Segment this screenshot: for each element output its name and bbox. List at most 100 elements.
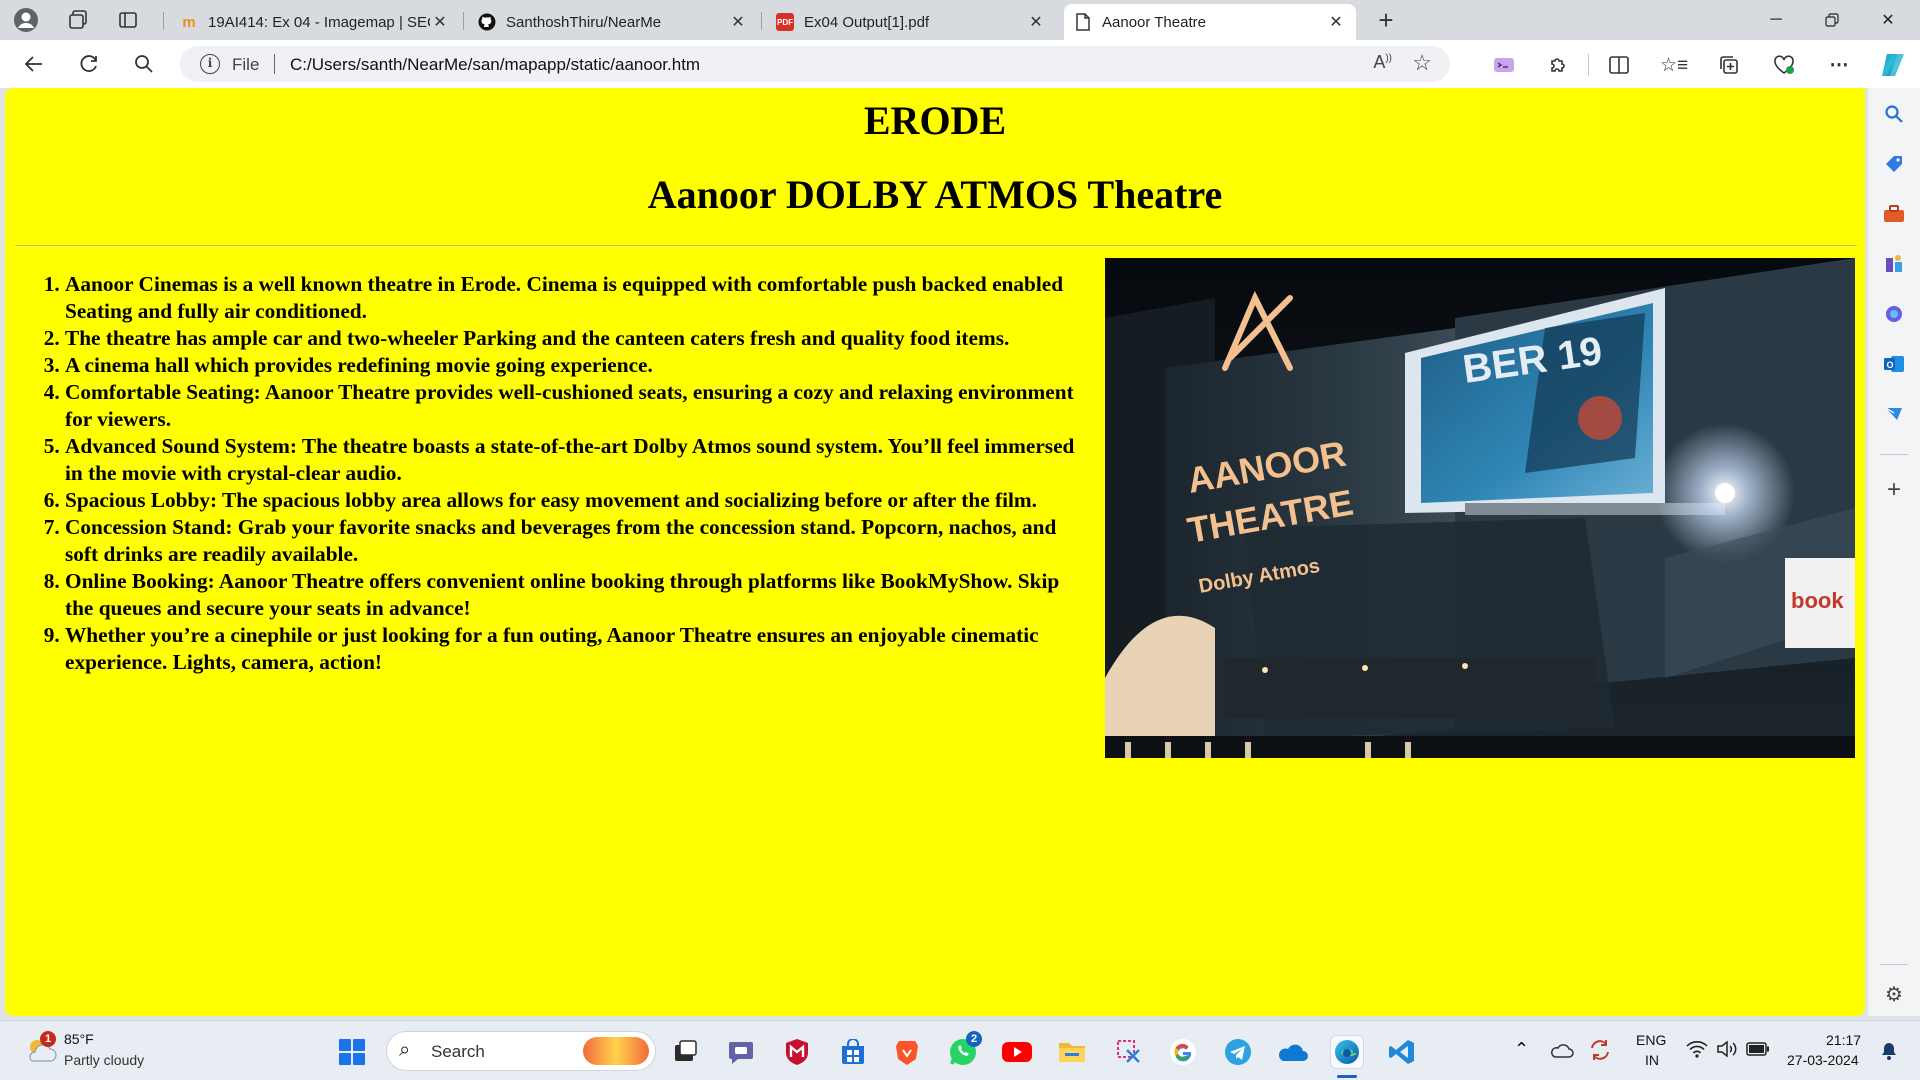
clock-date[interactable]: 27-03-2024 xyxy=(1787,1052,1859,1068)
refresh-icon[interactable] xyxy=(72,48,106,80)
info-icon[interactable]: i xyxy=(200,54,220,74)
list-item: A cinema hall which provides redefining … xyxy=(65,352,1085,379)
mcafee-icon[interactable] xyxy=(780,1035,814,1069)
file-explorer-icon[interactable] xyxy=(1055,1035,1089,1069)
minimize-icon[interactable]: ─ xyxy=(1748,0,1804,40)
close-icon[interactable]: ✕ xyxy=(1026,12,1046,32)
extensions-puzzle-icon[interactable] xyxy=(1542,50,1574,80)
search-highlight-icon xyxy=(583,1037,649,1065)
sidebar-settings-icon[interactable]: ⚙ xyxy=(1878,978,1910,1010)
wifi-icon[interactable] xyxy=(1686,1040,1708,1063)
page-content: ERODE Aanoor DOLBY ATMOS Theatre Aanoor … xyxy=(5,88,1865,1016)
notification-bell-icon[interactable] xyxy=(1880,1041,1898,1066)
close-icon[interactable]: ✕ xyxy=(430,12,450,32)
feature-list: Aanoor Cinemas is a well known theatre i… xyxy=(65,271,1085,676)
list-item: Comfortable Seating: Aanoor Theatre prov… xyxy=(65,379,1085,433)
clock-time[interactable]: 21:17 xyxy=(1826,1032,1861,1048)
sidebar-copilot-icon[interactable] xyxy=(1878,298,1910,330)
start-icon[interactable] xyxy=(335,1035,369,1069)
favorites-icon[interactable]: ☆≡ xyxy=(1658,50,1690,80)
profile-icon[interactable] xyxy=(10,4,42,36)
tab-title: Ex04 Output[1].pdf xyxy=(804,13,930,31)
edge-sidebar: O + ⚙ xyxy=(1868,88,1920,1016)
restore-icon[interactable] xyxy=(1804,0,1860,40)
scheme-label: File xyxy=(232,55,260,74)
store-icon[interactable] xyxy=(836,1035,870,1069)
list-item: Concession Stand: Grab your favorite sna… xyxy=(65,514,1085,568)
whatsapp-badge: 2 xyxy=(966,1031,982,1047)
list-item: Spacious Lobby: The spacious lobby area … xyxy=(65,487,1085,514)
tab-aanoor-theatre[interactable]: Aanoor Theatre ✕ xyxy=(1064,4,1356,40)
list-item: The theatre has ample car and two-wheele… xyxy=(65,325,1085,352)
language-line1[interactable]: ENG xyxy=(1636,1032,1666,1048)
page-title-city: ERODE xyxy=(863,98,1007,143)
tab-title: 19AI414: Ex 04 - Imagemap | SEC xyxy=(208,13,430,31)
more-menu-icon[interactable]: ⋯ xyxy=(1823,50,1855,80)
sidebar-add-icon[interactable]: + xyxy=(1878,474,1910,506)
search-icon: ⌕ xyxy=(399,1039,411,1061)
tab-title: SanthoshThiru/NearMe xyxy=(506,13,662,31)
tab-github[interactable]: SanthoshThiru/NearMe ✕ xyxy=(468,4,758,40)
list-item: Advanced Sound System: The theatre boast… xyxy=(65,433,1085,487)
battery-icon[interactable] xyxy=(1746,1042,1770,1061)
volume-icon[interactable] xyxy=(1716,1040,1738,1063)
sidebar-search-icon[interactable] xyxy=(1878,98,1910,130)
weather-temp: 85°F xyxy=(64,1031,94,1047)
teams-chat-icon[interactable] xyxy=(724,1035,758,1069)
chevron-up-icon[interactable]: ⌃ xyxy=(1514,1039,1529,1060)
close-icon[interactable]: ✕ xyxy=(1326,12,1346,32)
booking-board-text: book xyxy=(1791,588,1844,613)
new-tab-icon[interactable]: + xyxy=(1370,4,1402,36)
back-icon[interactable] xyxy=(17,48,51,80)
tab-title: Aanoor Theatre xyxy=(1102,13,1206,31)
snipping-tool-icon[interactable] xyxy=(1112,1035,1146,1069)
brave-icon[interactable] xyxy=(890,1035,924,1069)
search-label: Search xyxy=(431,1042,485,1061)
list-item: Whether you’re a cinephile or just looki… xyxy=(65,622,1085,676)
list-item: Aanoor Cinemas is a well known theatre i… xyxy=(65,271,1085,325)
close-window-icon[interactable]: ✕ xyxy=(1860,0,1916,40)
page-icon xyxy=(1074,13,1092,31)
tab-pdf[interactable]: PDF Ex04 Output[1].pdf ✕ xyxy=(766,4,1056,40)
youtube-icon[interactable] xyxy=(1000,1035,1034,1069)
close-icon[interactable]: ✕ xyxy=(728,12,748,32)
extension-icon[interactable] xyxy=(1488,50,1520,80)
cloud-status-icon[interactable] xyxy=(1550,1041,1574,1064)
edge-icon[interactable] xyxy=(1330,1035,1364,1069)
google-icon[interactable] xyxy=(1166,1035,1200,1069)
sidebar-games-icon[interactable] xyxy=(1878,248,1910,280)
weather-desc: Partly cloudy xyxy=(64,1052,145,1068)
sidebar-tools-icon[interactable] xyxy=(1878,198,1910,230)
page-title-theatre: Aanoor DOLBY ATMOS Theatre xyxy=(647,172,1223,217)
search-icon[interactable] xyxy=(127,48,161,80)
sync-icon[interactable] xyxy=(1588,1038,1612,1067)
theatre-photo: BER 19 book AANOOR THEATRE Dolby Atmos xyxy=(1105,258,1855,758)
favorite-star-icon[interactable]: ☆ xyxy=(1412,50,1432,76)
read-aloud-icon[interactable]: A)) xyxy=(1373,52,1392,73)
tab-actions-icon[interactable] xyxy=(112,4,144,36)
pdf-icon: PDF xyxy=(776,13,794,31)
taskbar-search[interactable]: ⌕ Search xyxy=(386,1031,656,1071)
browser-toolbar: i File C:/Users/santh/NearMe/san/mapapp/… xyxy=(0,40,1920,88)
moodle-icon: m xyxy=(182,13,196,31)
github-icon xyxy=(478,13,496,31)
browser-essentials-icon[interactable] xyxy=(1768,50,1800,80)
workspaces-icon[interactable] xyxy=(62,4,94,36)
language-line2: IN xyxy=(1645,1052,1659,1068)
sidebar-shopping-icon[interactable] xyxy=(1878,148,1910,180)
telegram-icon[interactable] xyxy=(1221,1035,1255,1069)
collections-icon[interactable] xyxy=(1713,50,1745,80)
copilot-icon[interactable] xyxy=(1877,50,1909,80)
tab-imagemap[interactable]: m 19AI414: Ex 04 - Imagemap | SEC ✕ xyxy=(170,4,460,40)
url-text[interactable]: C:/Users/santh/NearMe/san/mapapp/static/… xyxy=(290,55,700,75)
svg-text:O: O xyxy=(1887,360,1894,370)
sidebar-send-icon[interactable] xyxy=(1878,398,1910,430)
horizontal-rule xyxy=(15,245,1857,247)
task-view-icon[interactable] xyxy=(668,1035,702,1069)
address-bar[interactable]: i File C:/Users/santh/NearMe/san/mapapp/… xyxy=(180,46,1450,82)
onedrive-icon[interactable] xyxy=(1275,1035,1309,1069)
split-screen-icon[interactable] xyxy=(1603,50,1635,80)
sidebar-outlook-icon[interactable]: O xyxy=(1878,348,1910,380)
weather-badge: 1 xyxy=(40,1031,56,1047)
vscode-icon[interactable] xyxy=(1385,1035,1419,1069)
